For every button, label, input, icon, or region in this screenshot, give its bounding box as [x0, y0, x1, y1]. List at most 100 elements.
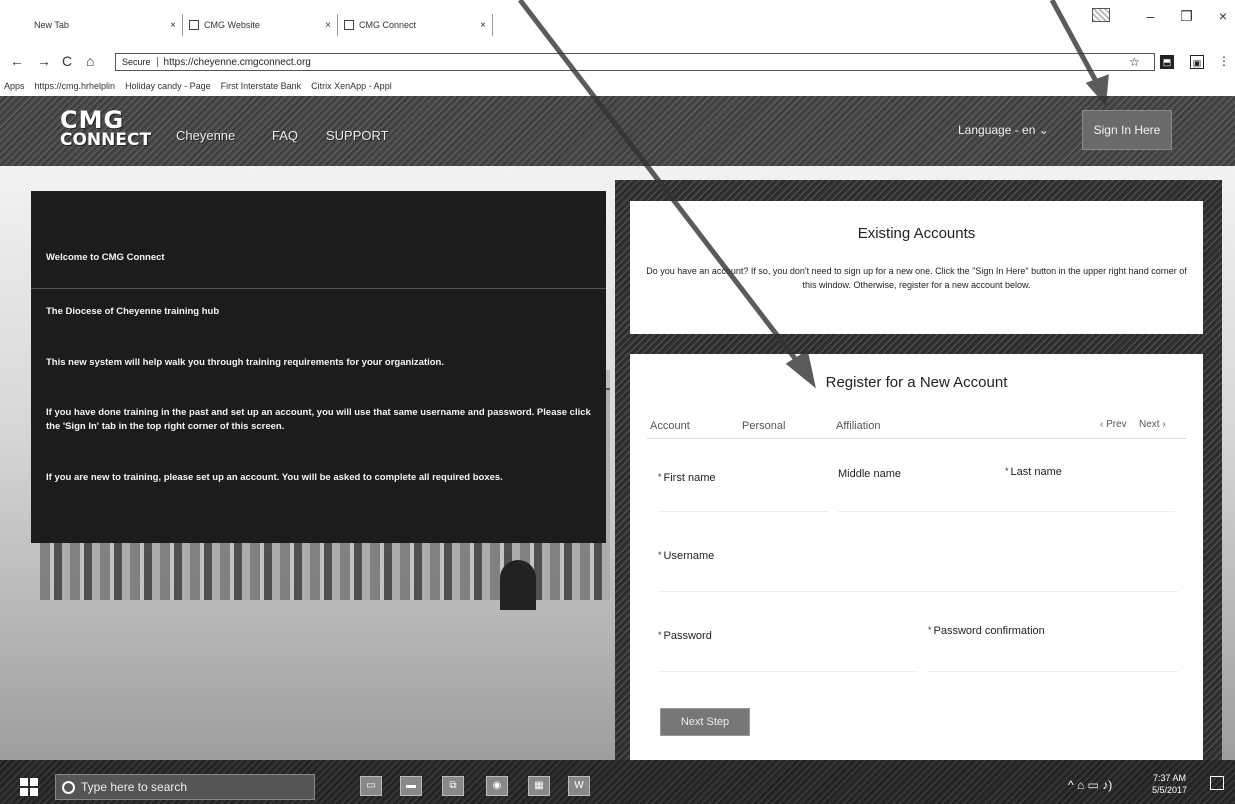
windows-start-icon[interactable]	[20, 778, 38, 796]
username-label-text: Username	[663, 550, 715, 562]
maximize-icon[interactable]: ❐	[1180, 8, 1193, 25]
last-name-label: * Last name	[1005, 466, 1062, 478]
next-step-button[interactable]: Next Step	[660, 708, 750, 736]
middle-name-input[interactable]	[838, 488, 1008, 512]
bookmarks-bar: Apps https://cmg.hrhelplin Holiday candy…	[0, 76, 1235, 96]
tab-new-tab[interactable]: New Tab ×	[28, 14, 183, 36]
welcome-text-1: This new system will help walk you throu…	[46, 357, 444, 368]
cast-icon[interactable]: ▣	[1190, 55, 1204, 69]
required-mark: *	[658, 550, 662, 560]
chrome-icon[interactable]: ◉	[486, 776, 508, 796]
extension-icon[interactable]: ⬒	[1160, 55, 1174, 69]
existing-accounts-text: Do you have an account? If so, you don't…	[646, 266, 1187, 290]
page-favicon-icon	[344, 20, 354, 30]
welcome-divider	[31, 288, 606, 289]
first-name-input[interactable]	[658, 488, 828, 512]
system-tray-icons[interactable]: ^ ⌂ ▭ ♪)	[1068, 778, 1112, 792]
building-arch	[500, 560, 536, 610]
window-controls: – ❐ ×	[1146, 8, 1227, 25]
back-icon[interactable]: ←	[10, 53, 24, 69]
bookmark-hrhelpline[interactable]: https://cmg.hrhelplin	[35, 81, 116, 91]
prev-button[interactable]: ‹ Prev	[1100, 419, 1127, 430]
existing-accounts-panel: Existing Accounts Do you have an account…	[630, 201, 1203, 334]
bookmark-apps[interactable]: Apps	[4, 81, 25, 91]
tab-affiliation[interactable]: Affiliation	[836, 420, 880, 432]
clock-time: 7:37 AM	[1153, 773, 1187, 783]
existing-accounts-title: Existing Accounts	[857, 225, 976, 242]
cmg-connect-logo[interactable]: CMG CONNECT	[60, 108, 151, 149]
nav-cheyenne[interactable]: Cheyenne	[176, 128, 235, 143]
address-bar-row: ← → C ⌂ Secure https://cheyenne.cmgconne…	[0, 48, 1235, 76]
app-icon[interactable]: ▦	[528, 776, 550, 796]
username-input[interactable]	[658, 568, 1178, 592]
required-mark: *	[658, 472, 662, 482]
taskbar-search-placeholder: Type here to search	[81, 780, 188, 794]
taskbar: Type here to search ▭ ▬ ⧉ ◉ ▦ W ^ ⌂ ▭ ♪)…	[0, 760, 1235, 804]
cortana-icon	[62, 780, 75, 794]
bookmark-citrix[interactable]: Citrix XenApp - Appl	[311, 81, 392, 91]
taskbar-search-input[interactable]: Type here to search	[55, 774, 315, 800]
welcome-text-3: If you are new to training, please set u…	[46, 472, 503, 483]
next-button[interactable]: Next ›	[1139, 419, 1166, 430]
forward-icon[interactable]: →	[37, 53, 51, 69]
first-name-label-text: First name	[663, 472, 716, 484]
notification-icon[interactable]	[1210, 776, 1224, 790]
browser-tab-bar: New Tab × CMG Website × CMG Connect × – …	[0, 0, 1235, 48]
middle-name-label: Middle name	[838, 468, 901, 480]
file-explorer-icon[interactable]: ▬	[400, 776, 422, 796]
photos-icon[interactable]: ⧉	[442, 776, 464, 796]
tab-personal[interactable]: Personal	[742, 420, 785, 432]
home-icon[interactable]: ⌂	[86, 53, 94, 69]
minimize-icon[interactable]: –	[1146, 8, 1154, 25]
welcome-subtitle: The Diocese of Cheyenne training hub	[46, 306, 220, 317]
reload-icon[interactable]: C	[62, 53, 72, 69]
logo-line1: CMG	[60, 106, 125, 134]
taskbar-clock[interactable]: 7:37 AM 5/5/2017	[1152, 772, 1187, 796]
username-label: * Username	[658, 550, 714, 562]
star-icon[interactable]: ☆	[1129, 55, 1140, 69]
welcome-title: Welcome to CMG Connect	[46, 252, 165, 263]
password-confirmation-label: * Password confirmation	[928, 625, 1045, 637]
sign-in-button[interactable]: Sign In Here	[1082, 110, 1172, 150]
secure-label: Secure	[122, 57, 158, 67]
last-name-input[interactable]	[1005, 488, 1175, 512]
profile-icon[interactable]	[1092, 8, 1110, 22]
page-favicon-icon	[189, 20, 199, 30]
site-header: CMG CONNECT Cheyenne FAQ SUPPORT Languag…	[0, 96, 1235, 166]
last-name-label-text: Last name	[1010, 466, 1062, 478]
logo-line2: CONNECT	[60, 130, 152, 150]
menu-icon[interactable]: ⋮	[1218, 54, 1230, 68]
welcome-box: Welcome to CMG Connect The Diocese of Ch…	[31, 191, 606, 543]
language-select[interactable]: Language - en ⌄	[958, 123, 1049, 137]
clock-date: 5/5/2017	[1152, 785, 1188, 795]
close-icon[interactable]: ×	[325, 20, 331, 31]
tab-label: New Tab	[34, 20, 69, 30]
tab-cmg-website[interactable]: CMG Website ×	[183, 14, 338, 36]
close-icon[interactable]: ×	[480, 20, 486, 31]
tab-account[interactable]: Account	[650, 420, 690, 432]
task-view-icon[interactable]: ▭	[360, 776, 382, 796]
first-name-label: * First name	[658, 472, 715, 484]
password-label: * Password	[658, 630, 712, 642]
close-window-icon[interactable]: ×	[1219, 8, 1227, 25]
password-input[interactable]	[658, 648, 918, 672]
steps-divider	[647, 438, 1187, 439]
password-label-text: Password	[663, 630, 712, 642]
required-mark: *	[928, 625, 932, 635]
tab-label: CMG Website	[204, 20, 260, 30]
close-icon[interactable]: ×	[170, 20, 176, 31]
url-text: https://cheyenne.cmgconnect.org	[163, 56, 311, 68]
nav-faq[interactable]: FAQ	[272, 128, 298, 143]
required-mark: *	[658, 630, 662, 640]
tab-cmg-connect[interactable]: CMG Connect ×	[338, 14, 493, 36]
required-mark: *	[1005, 466, 1009, 476]
register-panel: Register for a New Account Account Perso…	[630, 354, 1203, 764]
tab-label: CMG Connect	[359, 20, 417, 30]
url-input[interactable]: Secure https://cheyenne.cmgconnect.org	[115, 53, 1155, 71]
nav-support[interactable]: SUPPORT	[326, 128, 389, 143]
word-icon[interactable]: W	[568, 776, 590, 796]
password-confirmation-input[interactable]	[928, 648, 1178, 672]
bookmark-first-interstate[interactable]: First Interstate Bank	[221, 81, 302, 91]
bookmark-holiday-candy[interactable]: Holiday candy - Page	[125, 81, 211, 91]
welcome-text-2: If you have done training in the past an…	[46, 407, 591, 432]
